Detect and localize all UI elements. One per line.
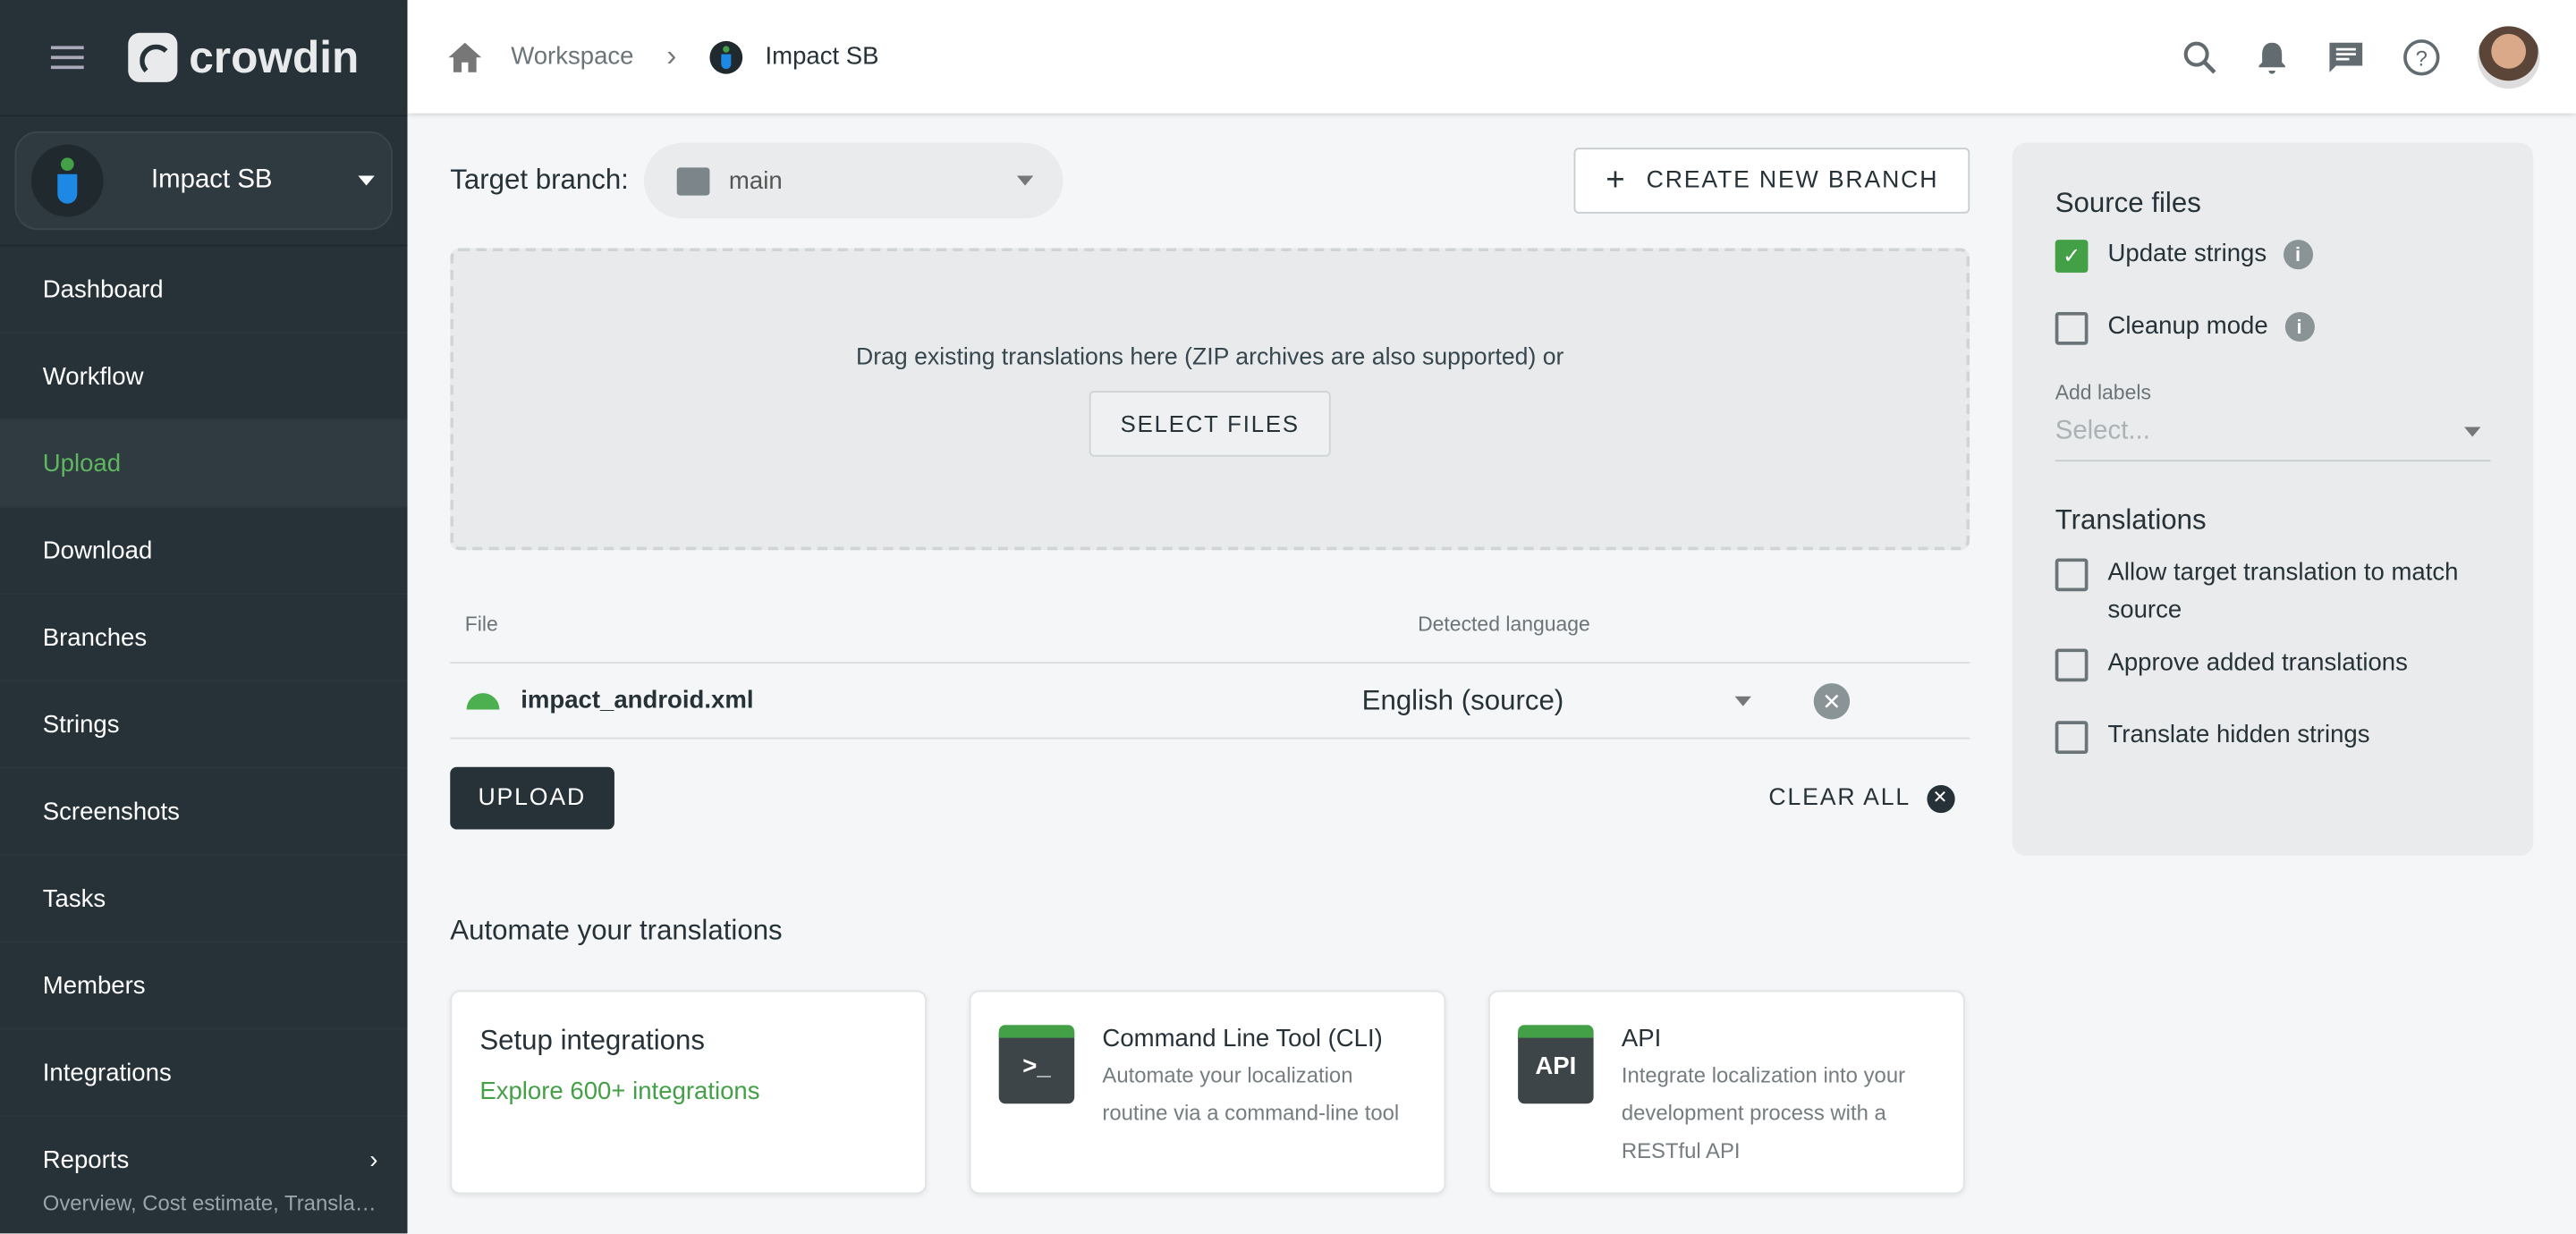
help-icon[interactable]: ? [2402,37,2441,76]
crowdin-logo[interactable]: crowdin [128,32,359,83]
chevron-right-icon: › [666,39,677,72]
checkbox-icon [2055,558,2089,592]
sidebar-item-branches[interactable]: Branches [0,595,408,682]
col-file: File [464,613,498,636]
remove-file-icon[interactable]: ✕ [1813,682,1851,719]
translate-hidden-label: Translate hidden strings [2107,721,2370,749]
reports-label: Reports [42,1146,130,1175]
explore-integrations-link[interactable]: Explore 600+ integrations [479,1078,897,1105]
branch-value: main [728,166,783,195]
cleanup-mode-checkbox[interactable]: Cleanup mode i [2055,311,2491,365]
breadcrumb-workspace[interactable]: Workspace [511,43,633,71]
checkbox-checked-icon: ✓ [2055,240,2089,273]
checkbox-icon [2055,721,2089,755]
caret-down-icon [1016,175,1033,186]
breadcrumb: Workspace › Impact SB [408,39,879,74]
clear-all-label: CLEAR ALL [1768,784,1911,812]
add-labels-label: Add labels [2055,381,2151,404]
chevron-right-icon: › [369,1146,378,1175]
svg-text:?: ? [2416,46,2428,71]
card-desc: Integrate localization into your develop… [1621,1062,1906,1163]
top-bar: Workspace › Impact SB ? [407,0,2576,114]
sidebar-item-strings[interactable]: Strings [0,681,408,769]
sidebar-item-upload[interactable]: Upload [0,420,408,508]
project-avatar-small [709,39,742,73]
update-strings-label: Update strings [2107,240,2267,268]
api-icon: API [1518,1025,1594,1104]
caret-down-icon [2464,427,2481,437]
upload-main: Target branch: main + CREATE NEW BRANCH D… [450,142,1970,1195]
breadcrumb-project[interactable]: Impact SB [765,43,878,71]
card-title: Command Line Tool (CLI) [1102,1025,1383,1053]
branch-folder-icon [676,166,709,195]
target-branch-label: Target branch: [450,164,629,196]
home-icon[interactable] [448,41,482,72]
project-name: Impact SB [150,165,273,194]
reports-subtitle: Overview, Cost estimate, Translation [42,1190,380,1216]
upload-button[interactable]: UPLOAD [450,766,614,830]
col-language: Detected language [1418,613,1590,636]
sidebar-item-integrations[interactable]: Integrations [0,1030,408,1117]
info-icon[interactable]: i [2284,311,2315,342]
file-drop-zone[interactable]: Drag existing translations here (ZIP arc… [450,248,1970,551]
close-circle-icon: ✕ [1927,784,1955,813]
table-row: impact_android.xml English (source) ✕ [450,663,1970,740]
cleanup-mode-label: Cleanup mode [2107,311,2268,341]
user-avatar[interactable] [2477,25,2540,89]
android-icon [466,692,500,709]
project-avatar [30,144,104,217]
translations-heading: Translations [2055,503,2207,536]
allow-match-checkbox[interactable]: Allow target translation to match source [2055,554,2491,629]
terminal-icon: >_ [998,1025,1075,1104]
sidebar-item-reports[interactable]: Reports › Overview, Cost estimate, Trans… [0,1117,408,1215]
sidebar-item-dashboard[interactable]: Dashboard [0,247,408,334]
logo-text: crowdin [189,31,360,81]
card-desc: Automate your localization routine via a… [1102,1062,1400,1126]
caret-down-icon [358,175,375,186]
approve-added-label: Approve added translations [2107,648,2408,677]
create-new-branch-button[interactable]: + CREATE NEW BRANCH [1574,148,1970,214]
automate-heading: Automate your translations [450,915,783,946]
project-switcher[interactable]: Impact SB [14,131,393,231]
files-table: File Detected language impact_android.xml… [450,613,1970,740]
language-value: English (source) [1361,683,1564,715]
checkbox-icon [2055,311,2089,345]
sidebar-item-download[interactable]: Download [0,508,408,595]
plus-icon: + [1606,161,1627,199]
chat-icon[interactable] [2326,38,2366,74]
sidebar-item-tasks[interactable]: Tasks [0,856,408,943]
file-name: impact_android.xml [521,686,754,714]
sidebar-item-workflow[interactable]: Workflow [0,334,408,421]
translate-hidden-checkbox[interactable]: Translate hidden strings [2055,721,2491,773]
branch-select[interactable]: main [643,142,1063,219]
card-cli[interactable]: >_ Command Line Tool (CLI) Automate your … [969,990,1446,1195]
info-icon[interactable]: i [2283,240,2313,270]
caret-down-icon [1734,695,1751,706]
options-panel: Source files ✓ Update strings i Cleanup mo… [2012,142,2534,856]
allow-match-label: Allow target translation to match source [2107,558,2459,624]
approve-added-checkbox[interactable]: Approve added translations [2055,648,2491,701]
sidebar: crowdin Impact SB Dashboard Workflow Upl… [0,0,408,1234]
checkbox-icon [2055,648,2089,682]
labels-select[interactable]: Select... [2055,404,2491,462]
card-title: Setup integrations [479,1025,706,1056]
update-strings-checkbox[interactable]: ✓ Update strings i [2055,240,2491,292]
card-integrations: Setup integrations Explore 600+ integrat… [450,990,927,1195]
bell-icon[interactable] [2254,38,2290,74]
sidebar-item-screenshots[interactable]: Screenshots [0,769,408,856]
menu-icon[interactable] [50,46,84,70]
crowdin-logo-icon [128,32,178,82]
language-select[interactable]: English (source) [1362,684,1761,717]
card-title: API [1621,1025,1662,1053]
drop-text: Drag existing translations here (ZIP arc… [855,344,1564,372]
search-icon[interactable] [2182,38,2217,74]
select-files-button[interactable]: SELECT FILES [1089,391,1331,457]
create-branch-label: CREATE NEW BRANCH [1646,167,1939,194]
labels-placeholder: Select... [2055,417,2150,445]
source-files-heading: Source files [2055,187,2201,219]
card-api[interactable]: API API Integrate localization into your … [1488,990,1965,1195]
sidebar-item-members[interactable]: Members [0,942,408,1030]
clear-all-button[interactable]: CLEAR ALL ✕ [1768,784,1955,813]
